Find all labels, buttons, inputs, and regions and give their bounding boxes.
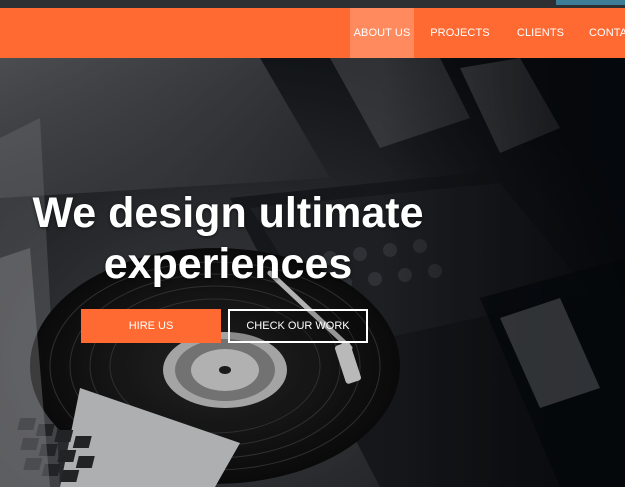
check-our-work-button[interactable]: CHECK OUR WORK xyxy=(228,309,368,343)
top-strip xyxy=(0,0,625,8)
nav-item-clients[interactable]: CLIENTS xyxy=(502,8,579,58)
nav-menu: ABOUT US PROJECTS CLIENTS CONTACT xyxy=(350,8,625,58)
hero-section: We design ultimate experiences HIRE US C… xyxy=(0,58,625,487)
top-strip-accent xyxy=(556,0,625,5)
nav-item-about-us[interactable]: ABOUT US xyxy=(350,8,414,58)
hire-us-button[interactable]: HIRE US xyxy=(81,309,221,343)
nav-item-projects[interactable]: PROJECTS xyxy=(414,8,506,58)
page: ABOUT US PROJECTS CLIENTS CONTACT xyxy=(0,0,625,487)
nav-item-contact[interactable]: CONTACT xyxy=(579,8,625,58)
hero-headline: We design ultimate experiences xyxy=(32,189,424,288)
main-navbar: ABOUT US PROJECTS CLIENTS CONTACT xyxy=(0,8,625,58)
